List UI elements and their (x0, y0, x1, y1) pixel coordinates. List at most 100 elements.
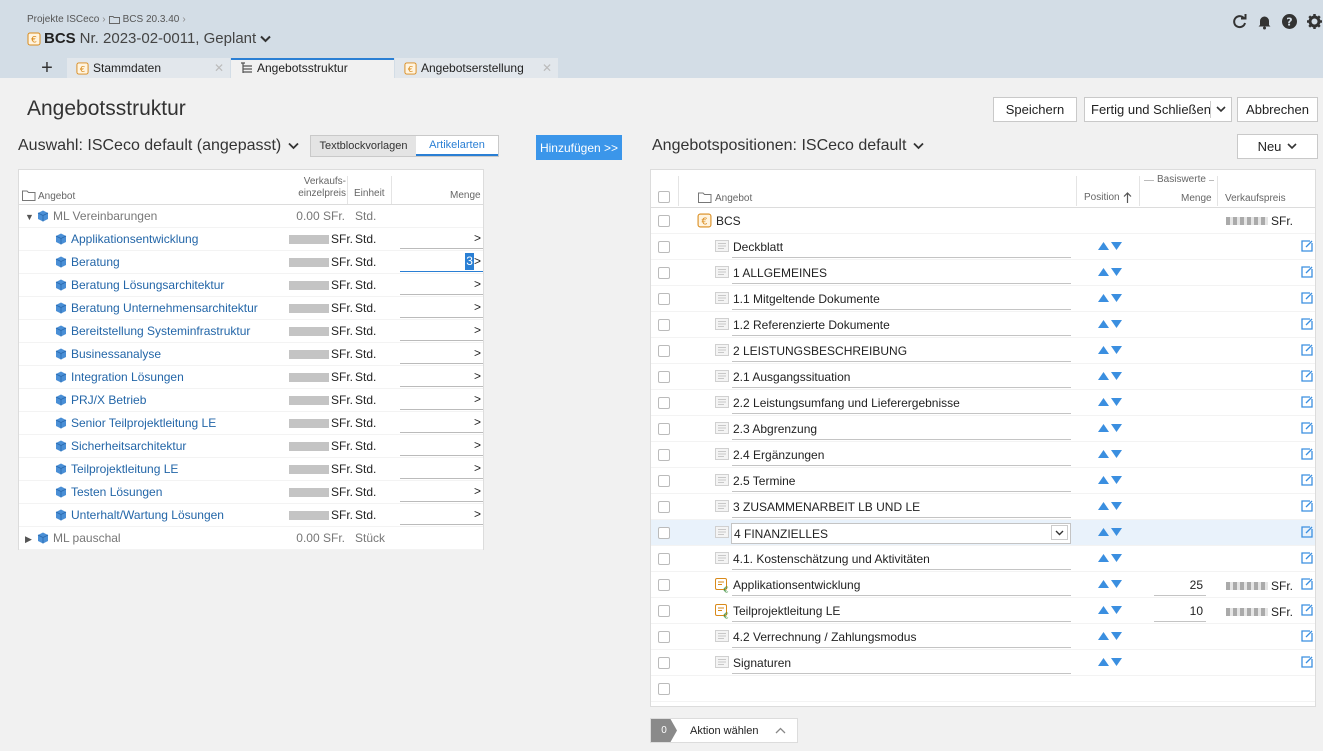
collapsed-arrow-icon[interactable]: ▶ (25, 534, 37, 545)
tree-item[interactable]: Teilprojektleitung LE SFr. Std. > (19, 458, 483, 481)
segment-artikelarten[interactable]: Artikelarten (416, 136, 498, 156)
tree-item[interactable]: PRJ/X Betrieb SFr. Std. > (19, 389, 483, 412)
tree-item-label[interactable]: Beratung Unternehmensarchitektur (71, 301, 258, 315)
edit-icon[interactable] (1301, 370, 1313, 382)
action-selector[interactable]: 0 Aktion wählen (650, 718, 798, 743)
row-checkbox[interactable] (658, 267, 670, 279)
add-arrow-icon[interactable]: > (474, 277, 481, 291)
tree-item-label[interactable]: PRJ/X Betrieb (71, 393, 146, 407)
position-name-input[interactable]: 1.2 Referenzierte Dokumente (732, 315, 1071, 336)
position-name-input[interactable]: 2.3 Abgrenzung (732, 419, 1071, 440)
row-checkbox[interactable] (658, 345, 670, 357)
edit-icon[interactable] (1301, 526, 1313, 538)
edit-icon[interactable] (1301, 448, 1313, 460)
quantity-input[interactable]: > (400, 506, 483, 525)
position-name-input[interactable]: 4.2 Verrechnung / Zahlungsmodus (732, 627, 1071, 648)
edit-icon[interactable] (1301, 552, 1313, 564)
tree-item[interactable]: Bereitstellung Systeminfrastruktur SFr. St… (19, 320, 483, 343)
edit-icon[interactable] (1301, 474, 1313, 486)
edit-icon[interactable] (1301, 656, 1313, 668)
add-arrow-icon[interactable]: > (474, 346, 481, 360)
edit-icon[interactable] (1301, 500, 1313, 512)
quantity-input[interactable]: 25 (1154, 575, 1206, 596)
move-up-down-icon[interactable] (1097, 501, 1123, 511)
offer-text-row[interactable]: 2.4 Ergänzungen (651, 442, 1315, 468)
edit-icon[interactable] (1301, 396, 1313, 408)
expand-arrow-icon[interactable]: ▼ (25, 212, 37, 222)
quantity-input[interactable]: > (400, 414, 483, 433)
tree-group-ml-pauschal[interactable]: ▶ ML pauschal 0.00 SFr. Stück (19, 527, 483, 550)
add-arrow-icon[interactable]: > (474, 323, 481, 337)
edit-icon[interactable] (1301, 604, 1313, 616)
move-up-down-icon[interactable] (1097, 345, 1123, 355)
offer-article-row[interactable]: € Applikationsentwicklung 25 SFr. (651, 572, 1315, 598)
tab-angebotsstruktur[interactable]: Angebotsstruktur ✕ (231, 58, 394, 78)
finish-and-close-button[interactable]: Fertig und Schließen (1084, 97, 1232, 122)
position-name-input[interactable]: 2.5 Termine (732, 471, 1071, 492)
edit-icon[interactable] (1301, 630, 1313, 642)
move-up-down-icon[interactable] (1097, 475, 1123, 485)
move-up-down-icon[interactable] (1097, 371, 1123, 381)
offer-positions-dropdown[interactable]: Angebotspositionen: ISCeco default (652, 137, 925, 155)
move-up-down-icon[interactable] (1097, 397, 1123, 407)
add-arrow-icon[interactable]: > (474, 392, 481, 406)
position-name-input[interactable]: 2 LEISTUNGSBESCHREIBUNG (732, 341, 1071, 362)
quantity-input[interactable]: > (400, 391, 483, 410)
row-checkbox[interactable] (658, 397, 670, 409)
quantity-input[interactable]: > (400, 230, 483, 249)
tree-item[interactable]: Applikationsentwicklung SFr. Std. > (19, 228, 483, 251)
add-arrow-icon[interactable]: > (474, 254, 481, 268)
tree-item-label[interactable]: Unterhalt/Wartung Lösungen (71, 508, 224, 522)
position-name-input[interactable]: 3 ZUSAMMENARBEIT LB UND LE (732, 497, 1071, 518)
tree-item-label[interactable]: Applikationsentwicklung (71, 232, 198, 246)
move-up-down-icon[interactable] (1097, 605, 1123, 615)
chevron-down-icon[interactable] (1216, 106, 1226, 113)
move-up-down-icon[interactable] (1097, 449, 1123, 459)
tree-item[interactable]: Beratung Unternehmensarchitektur SFr. Std.… (19, 297, 483, 320)
help-icon[interactable]: ? (1281, 13, 1298, 30)
tree-item-label[interactable]: Beratung (71, 255, 120, 269)
row-checkbox[interactable] (658, 657, 670, 669)
tree-item[interactable]: Senior Teilprojektleitung LE SFr. Std. > (19, 412, 483, 435)
breadcrumb-item-bcs[interactable]: BCS 20.3.40 (123, 14, 180, 25)
offer-text-row[interactable]: 1.2 Referenzierte Dokumente (651, 312, 1315, 338)
offer-text-row[interactable]: 2 LEISTUNGSBESCHREIBUNG (651, 338, 1315, 364)
row-checkbox[interactable] (658, 605, 670, 617)
move-up-down-icon[interactable] (1097, 631, 1123, 641)
add-arrow-icon[interactable]: > (474, 484, 481, 498)
tree-group-ml-vereinbarungen[interactable]: ▼ ML Vereinbarungen 0.00 SFr. Std. (19, 205, 483, 228)
offer-text-row[interactable]: 4 FINANZIELLES (651, 520, 1315, 546)
tree-item[interactable]: Integration Lösungen SFr. Std. > (19, 366, 483, 389)
position-name-input[interactable]: 2.1 Ausgangssituation (732, 367, 1071, 388)
offer-text-row[interactable]: 1.1 Mitgeltende Dokumente (651, 286, 1315, 312)
column-header-verkaufspreis[interactable]: Verkaufspreis (1225, 193, 1286, 204)
row-checkbox[interactable] (658, 449, 670, 461)
move-up-down-icon[interactable] (1097, 241, 1123, 251)
move-up-down-icon[interactable] (1097, 553, 1123, 563)
offer-text-row[interactable]: 2.3 Abgrenzung (651, 416, 1315, 442)
quantity-input[interactable]: > (400, 483, 483, 502)
column-header-einheit[interactable]: Einheit (354, 188, 385, 199)
tree-item-label[interactable]: Bereitstellung Systeminfrastruktur (71, 324, 250, 338)
row-checkbox[interactable] (658, 423, 670, 435)
bell-icon[interactable] (1256, 13, 1273, 30)
position-name-input[interactable]: 4.1. Kostenschätzung und Aktivitäten (732, 549, 1071, 570)
quantity-input[interactable]: > (400, 460, 483, 479)
edit-icon[interactable] (1301, 266, 1313, 278)
quantity-input[interactable]: > (400, 345, 483, 364)
select-all-checkbox[interactable] (658, 191, 670, 203)
add-arrow-icon[interactable]: > (474, 438, 481, 452)
column-header-angebot[interactable]: Angebot (38, 191, 75, 202)
tree-item-label[interactable]: Testen Lösungen (71, 485, 162, 499)
move-up-down-icon[interactable] (1097, 267, 1123, 277)
save-button[interactable]: Speichern (993, 97, 1077, 122)
position-name-input[interactable]: 2.4 Ergänzungen (732, 445, 1071, 466)
tree-item[interactable]: Beratung Lösungsarchitektur SFr. Std. > (19, 274, 483, 297)
move-up-down-icon[interactable] (1097, 319, 1123, 329)
tree-item-label[interactable]: Teilprojektleitung LE (71, 462, 178, 476)
position-name-input[interactable]: 1 ALLGEMEINES (732, 263, 1071, 284)
segment-textblockvorlagen[interactable]: Textblockvorlagen (311, 136, 416, 156)
edit-icon[interactable] (1301, 578, 1313, 590)
edit-icon[interactable] (1301, 422, 1313, 434)
offer-text-row[interactable]: 2.2 Leistungsumfang und Lieferergebnisse (651, 390, 1315, 416)
